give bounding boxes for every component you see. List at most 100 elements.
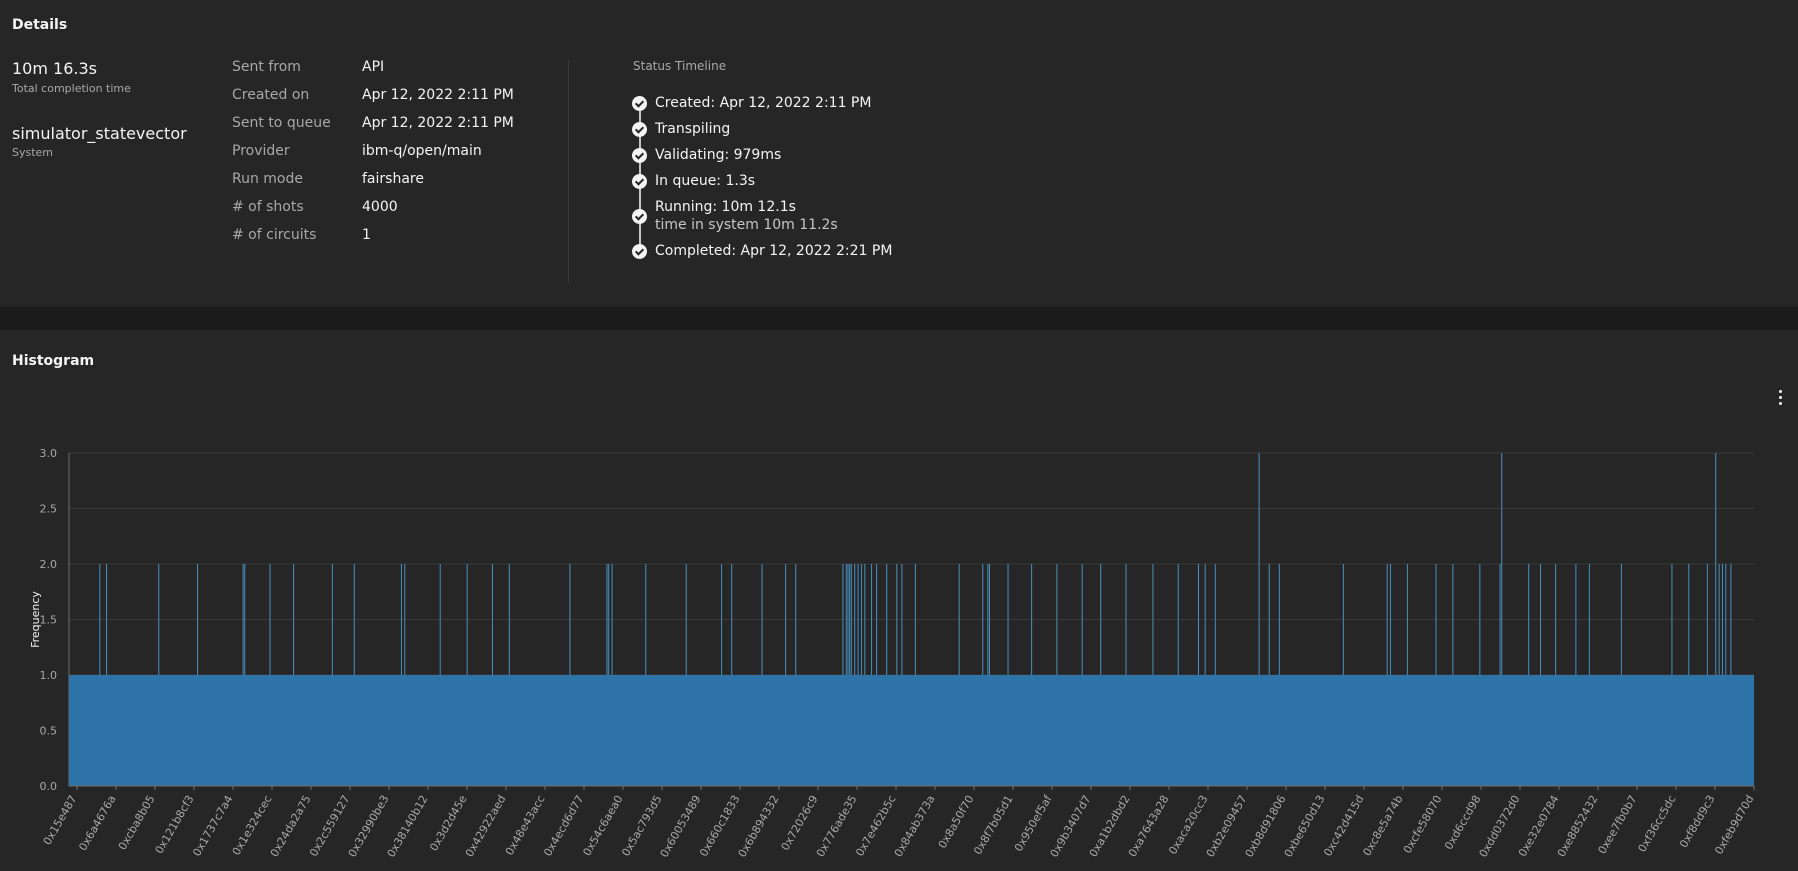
bar-frequency-2 [404,564,406,675]
bar-group-frequency-1 [69,675,1754,786]
bar-frequency-2 [611,564,613,675]
checkmark-icon [632,174,647,189]
x-tick-label: 0x24da2a75 [268,793,314,859]
checkmark-icon [632,209,647,224]
bar-frequency-2 [761,564,763,675]
x-tick-label: 0xa1b2dbd2 [1087,793,1133,859]
y-tick-label: 2.0 [40,558,58,571]
timeline-item-created: Created: Apr 12, 2022 2:11 PM [632,94,871,112]
bar-frequency-2 [1031,564,1033,675]
x-tick-label: 0xa7643a28 [1126,793,1172,859]
x-tick-label: 0xf36cc5dc [1636,793,1679,855]
bar-frequency-2 [1435,564,1437,675]
created-on-value: Apr 12, 2022 2:11 PM [362,87,514,103]
timeline-item-validating: Validating: 979ms [632,146,781,164]
bar-frequency-2 [982,564,984,675]
histogram-panel: Histogram 0.0 0.5 1.0 1.5 2.0 2.5 3.0 0x15e487 0… [0,330,1798,871]
bar-frequency-2 [731,564,733,675]
timeline-item-in-queue: In queue: 1.3s [632,172,755,190]
timeline-item-running: Running: 10m 12.1s time in system 10m 11… [632,198,838,234]
bar-frequency-2 [1056,564,1058,675]
completion-time-value: 10m 16.3s [12,59,97,78]
x-tick-label: 0xb8d91806 [1243,793,1289,860]
x-tick-label: 0x42922aed [463,793,509,859]
timeline-item-label: Running: 10m 12.1s [655,199,796,215]
timeline-item-label: Validating: 979ms [655,147,782,163]
system-value: simulator_statevector [12,124,187,143]
bar-frequency-2 [1555,564,1557,675]
bar-frequency-2 [1479,564,1481,675]
x-tick-label: 0x60053489 [658,793,704,860]
system-caption: System [12,146,54,159]
x-tick-label: 0x15e487 [41,793,80,847]
bar-frequency-2 [353,564,355,675]
circuits-label: # of circuits [232,227,317,243]
bar-frequency-2 [1204,564,1206,675]
bar-frequency-3 [1258,453,1260,675]
histogram-chart: 0.00.51.01.52.02.53.00x15e4870x6a4676a0x… [29,447,1757,860]
bar-frequency-2 [1100,564,1102,675]
y-tick-label: 1.5 [40,614,58,627]
bar-frequency-3 [1715,453,1717,675]
x-tick-label: 0xc42d415d [1321,793,1366,859]
bar-frequency-2 [608,564,610,675]
x-tick-label: 0xc8e5a74b [1360,793,1405,858]
timeline-item-label: In queue: 1.3s [655,173,756,189]
checkmark-icon [632,244,647,259]
bar-frequency-2 [1452,564,1454,675]
checkmark-icon [632,122,647,137]
bar-frequency-2 [1671,564,1673,675]
run-mode-value: fairshare [362,171,424,187]
completion-time-caption: Total completion time [12,82,131,95]
status-timeline-title: Status Timeline [633,59,727,73]
bar-frequency-2 [569,564,571,675]
x-tick-label: 0x84ab373a [892,793,938,859]
x-tick-label: 0x660c1833 [697,793,743,859]
bar-frequency-2 [876,564,878,675]
x-tick-label: 0x2c559127 [307,793,353,859]
bar-frequency-2 [331,564,333,675]
x-tick-label: 0x8a50f70 [936,793,977,851]
x-tick-label: 0x1737c7a4 [190,793,235,859]
x-tick-label: 0x72026c9 [779,793,821,853]
bar-frequency-2 [1528,564,1530,675]
bar-frequency-2 [439,564,441,675]
x-tick-label: 0x5ac793d5 [619,793,664,859]
bar-frequency-2 [269,564,271,675]
created-on-label: Created on [232,87,310,103]
bar-frequency-2 [1575,564,1577,675]
checkmark-icon [632,148,647,163]
bar-frequency-2 [645,564,647,675]
bar-frequency-2 [857,564,859,675]
shots-label: # of shots [232,199,304,215]
x-tick-label: 0x121b8cf3 [153,793,197,856]
bar-frequency-2 [795,564,797,675]
bar-frequency-2 [1706,564,1708,675]
bar-frequency-3 [1501,453,1503,675]
bar-frequency-2 [864,564,866,675]
x-tick-label: 0xcba8b05 [116,793,158,852]
bar-frequency-2 [989,564,991,675]
bar-frequency-2 [886,564,888,675]
bar-frequency-2 [1730,564,1732,675]
circuits-value: 1 [362,227,371,243]
bar-frequency-2 [845,564,847,675]
x-tick-label: 0x48e43acc [503,793,548,858]
bar-frequency-2 [491,564,493,675]
shots-value: 4000 [362,199,398,215]
bar-frequency-2 [1721,564,1723,675]
bar-frequency-2 [197,564,199,675]
timeline-item-label: Transpiling [655,121,731,137]
details-divider [568,60,569,282]
bar-frequency-2 [508,564,510,675]
y-tick-label: 1.0 [40,669,58,682]
bar-frequency-2 [1386,564,1388,675]
x-tick-label: 0xee7fb0b7 [1596,793,1640,856]
bar-frequency-2 [1499,564,1501,675]
x-tick-label: 0x6a4676a [76,793,118,853]
bar-frequency-2 [400,564,402,675]
bar-frequency-2 [244,564,246,675]
bar-frequency-2 [606,564,608,675]
sent-from-label: Sent from [232,59,301,75]
bar-frequency-2 [958,564,960,675]
